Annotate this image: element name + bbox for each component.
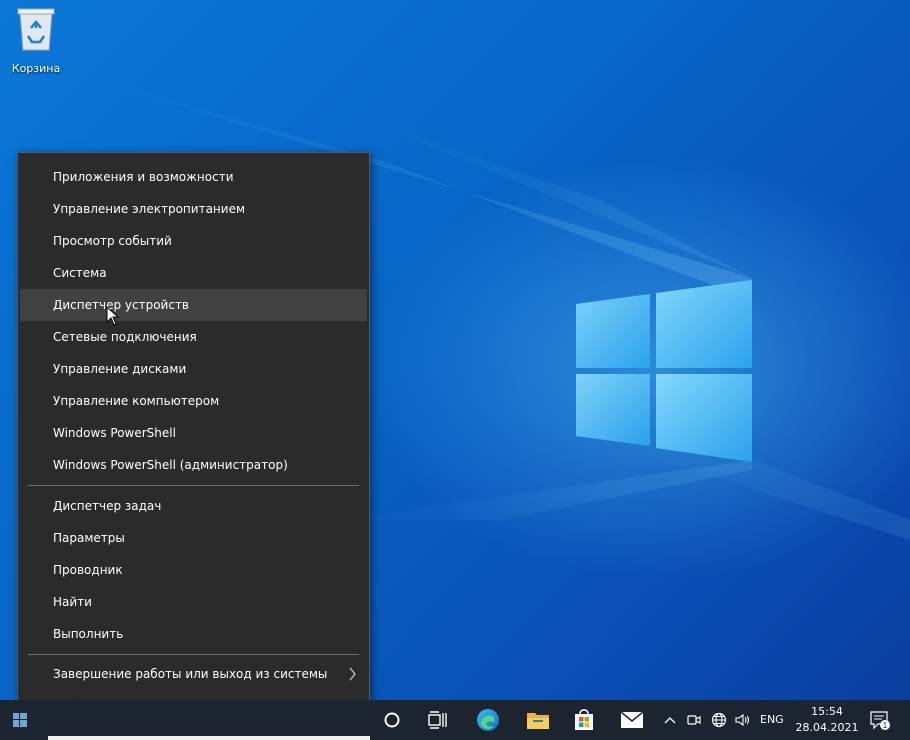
edge-icon xyxy=(477,709,499,731)
recycle-bin-label: Корзина xyxy=(11,62,61,75)
task-view-icon xyxy=(428,711,447,729)
action-center-button[interactable]: 1 xyxy=(866,700,894,740)
menu-item-file-explorer[interactable]: Проводник xyxy=(20,554,367,586)
file-explorer-taskbar-button[interactable] xyxy=(516,700,560,740)
volume-tray-button[interactable] xyxy=(734,700,752,740)
chevron-up-icon xyxy=(664,717,676,724)
recycle-bin-desktop-icon[interactable]: Корзина xyxy=(8,6,64,75)
menu-item-search[interactable]: Найти xyxy=(20,586,367,618)
globe-network-icon xyxy=(711,712,727,728)
menu-item-powershell-admin[interactable]: Windows PowerShell (администратор) xyxy=(20,449,367,481)
menu-item-disk-management[interactable]: Управление дисками xyxy=(20,353,367,385)
menu-separator xyxy=(28,654,359,655)
cortana-button[interactable] xyxy=(370,700,414,740)
clock-time: 15:54 xyxy=(811,705,843,718)
notification-icon: 1 xyxy=(870,711,890,730)
menu-item-system[interactable]: Система xyxy=(20,257,367,289)
meet-now-button[interactable] xyxy=(686,700,702,740)
cortana-icon xyxy=(384,712,400,728)
menu-item-computer-management[interactable]: Управление компьютером xyxy=(20,385,367,417)
menu-separator xyxy=(28,485,359,486)
menu-item-label: Завершение работы или выход из системы xyxy=(53,667,328,681)
mail-taskbar-button[interactable] xyxy=(610,700,654,740)
taskbar: ENG 15:54 28.04.2021 1 xyxy=(0,700,910,740)
windows-start-icon xyxy=(13,713,27,727)
menu-item-power-options[interactable]: Управление электропитанием xyxy=(20,193,367,225)
menu-item-network-connections[interactable]: Сетевые подключения xyxy=(20,321,367,353)
menu-item-settings[interactable]: Параметры xyxy=(20,522,367,554)
chevron-right-icon xyxy=(349,667,356,681)
menu-item-event-viewer[interactable]: Просмотр событий xyxy=(20,225,367,257)
store-taskbar-button[interactable] xyxy=(562,700,606,740)
menu-item-run[interactable]: Выполнить xyxy=(20,618,367,650)
menu-item-powershell[interactable]: Windows PowerShell xyxy=(20,417,367,449)
menu-item-device-manager[interactable]: Диспетчер устройств xyxy=(20,289,367,321)
task-view-button[interactable] xyxy=(416,700,460,740)
store-icon xyxy=(575,709,593,730)
network-tray-button[interactable] xyxy=(710,700,728,740)
mouse-cursor-icon xyxy=(106,306,120,326)
speaker-volume-icon xyxy=(735,713,750,727)
edge-taskbar-button[interactable] xyxy=(466,700,510,740)
taskbar-clock[interactable]: 15:54 28.04.2021 xyxy=(794,704,860,736)
menu-item-apps-features[interactable]: Приложения и возможности xyxy=(20,161,367,193)
windows-logo-wallpaper xyxy=(576,280,752,462)
meet-now-icon xyxy=(687,715,701,725)
file-explorer-icon xyxy=(527,713,549,729)
show-hidden-icons-button[interactable] xyxy=(662,700,678,740)
menu-item-task-manager[interactable]: Диспетчер задач xyxy=(20,490,367,522)
mail-icon xyxy=(620,711,644,728)
search-box-edge[interactable] xyxy=(48,736,370,740)
menu-item-shutdown-signout[interactable]: Завершение работы или выход из системы xyxy=(20,658,367,690)
start-button[interactable] xyxy=(0,700,40,740)
clock-date: 28.04.2021 xyxy=(795,721,859,734)
recycle-bin-icon xyxy=(17,8,55,51)
input-language-indicator[interactable]: ENG xyxy=(760,700,784,740)
winx-context-menu: Приложения и возможности Управление элек… xyxy=(17,152,370,732)
notification-badge: 1 xyxy=(883,721,888,730)
